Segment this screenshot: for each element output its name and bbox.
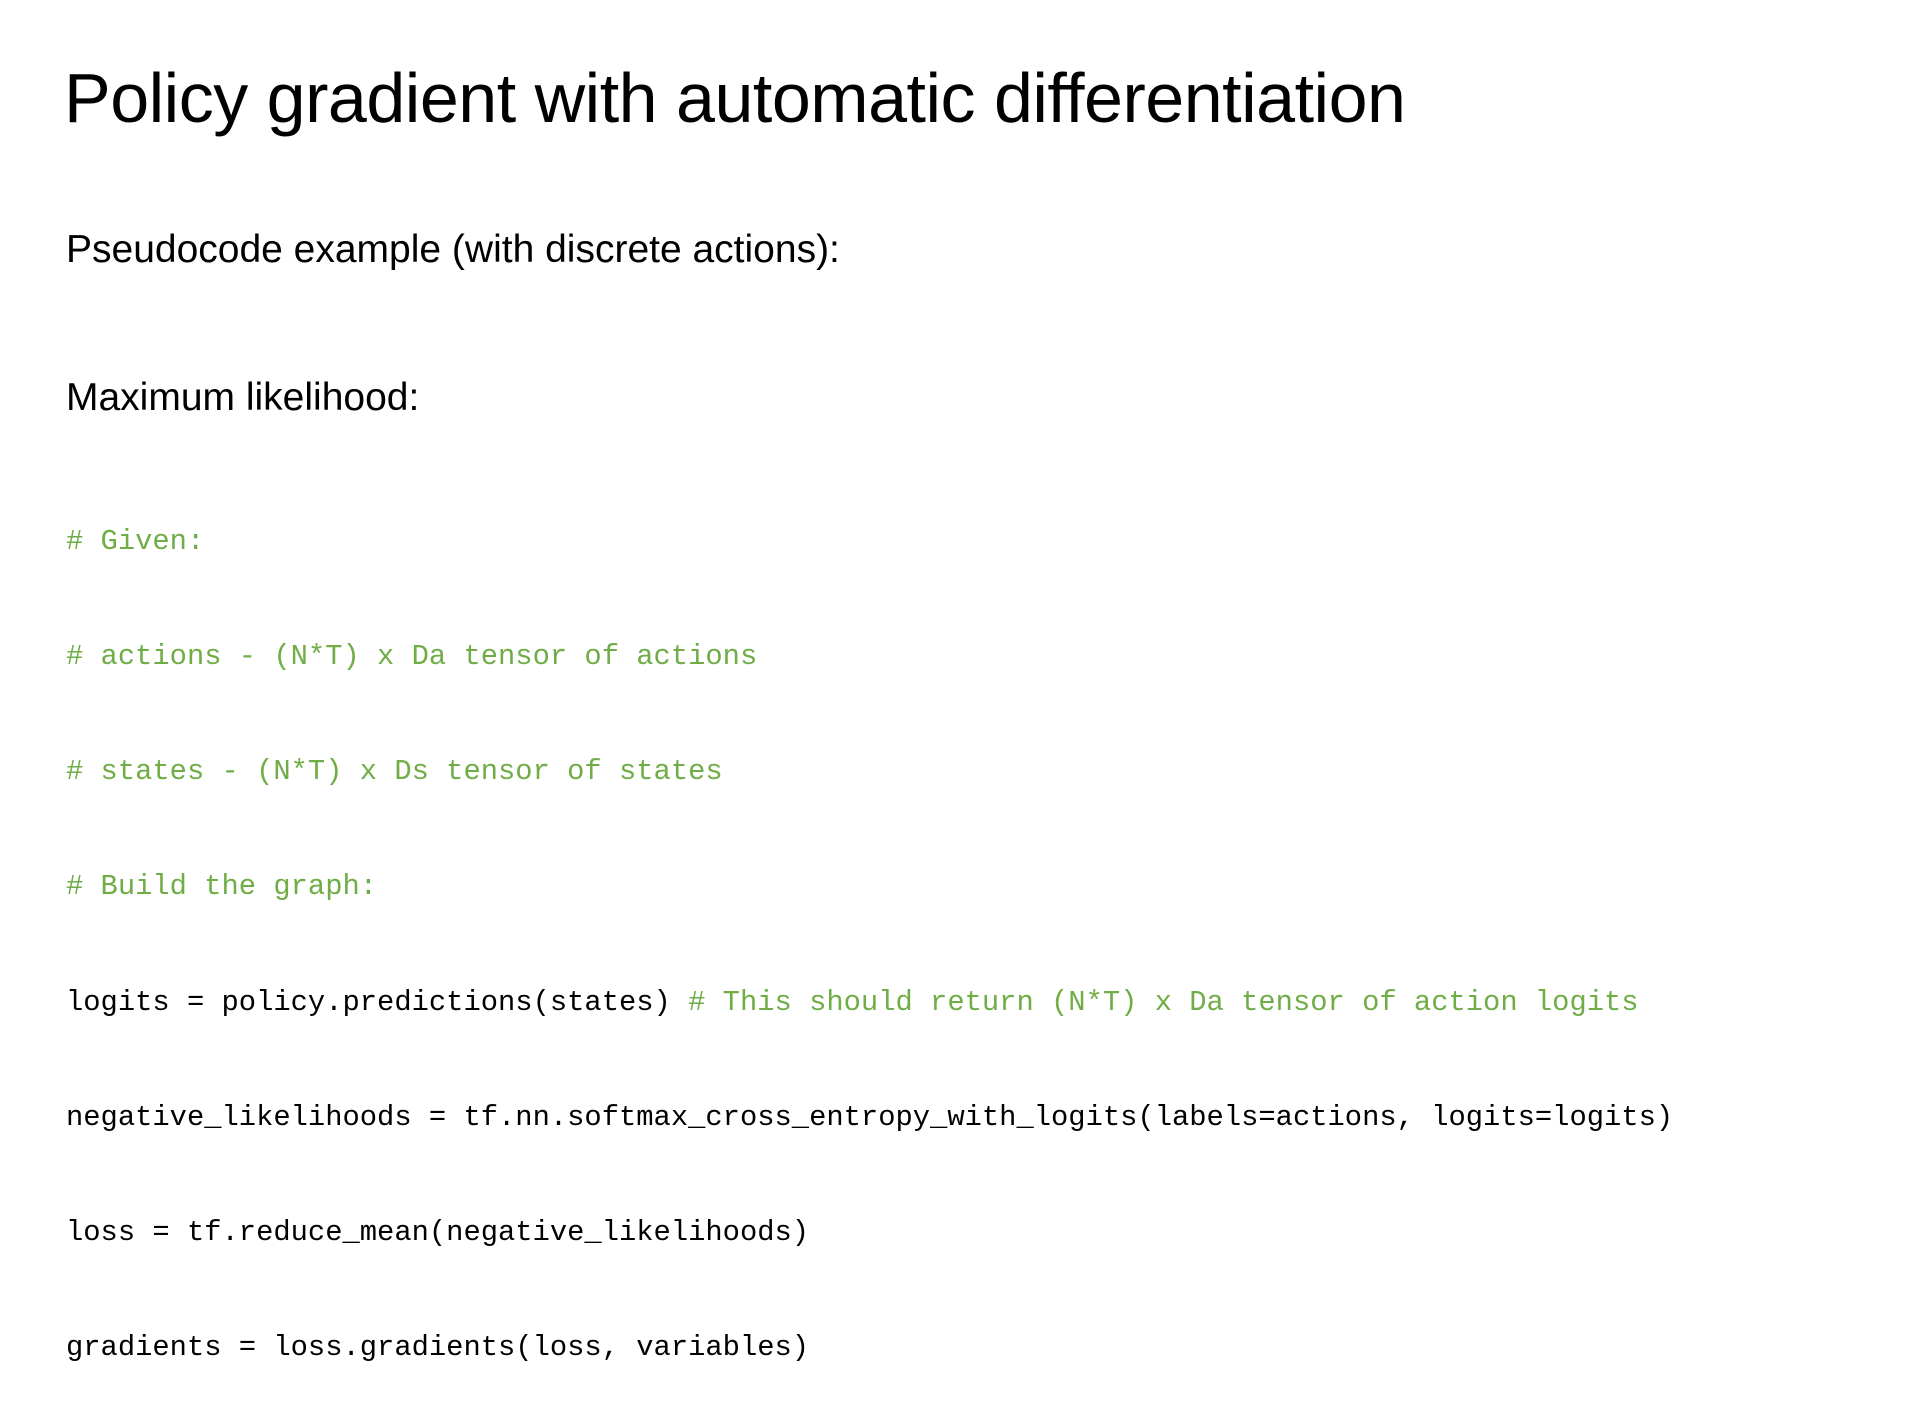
slide-title: Policy gradient with automatic different… bbox=[64, 59, 1406, 137]
code-line-logits: logits = policy.predictions(states) # Th… bbox=[66, 984, 1673, 1022]
code-block: # Given: # actions - (N*T) x Da tensor o… bbox=[66, 446, 1673, 1406]
code-comment-line: # Given: bbox=[66, 524, 205, 558]
code-inline-comment: # This should return (N*T) x Da tensor o… bbox=[688, 985, 1639, 1019]
section-heading: Maximum likelihood: bbox=[66, 376, 420, 419]
code-line-loss: loss = tf.reduce_mean(negative_likelihoo… bbox=[66, 1216, 810, 1250]
code-line-gradients: gradients = loss.gradients(loss, variabl… bbox=[66, 1331, 810, 1365]
subtitle: Pseudocode example (with discrete action… bbox=[66, 228, 840, 271]
code-text: logits = policy.predictions(states) bbox=[66, 985, 689, 1019]
code-comment-line: # states - (N*T) x Ds tensor of states bbox=[66, 755, 723, 789]
code-line-negative-likelihoods: negative_likelihoods = tf.nn.softmax_cro… bbox=[66, 1100, 1674, 1134]
code-comment-line: # Build the graph: bbox=[66, 870, 378, 904]
code-comment-line: # actions - (N*T) x Da tensor of actions bbox=[66, 640, 758, 674]
